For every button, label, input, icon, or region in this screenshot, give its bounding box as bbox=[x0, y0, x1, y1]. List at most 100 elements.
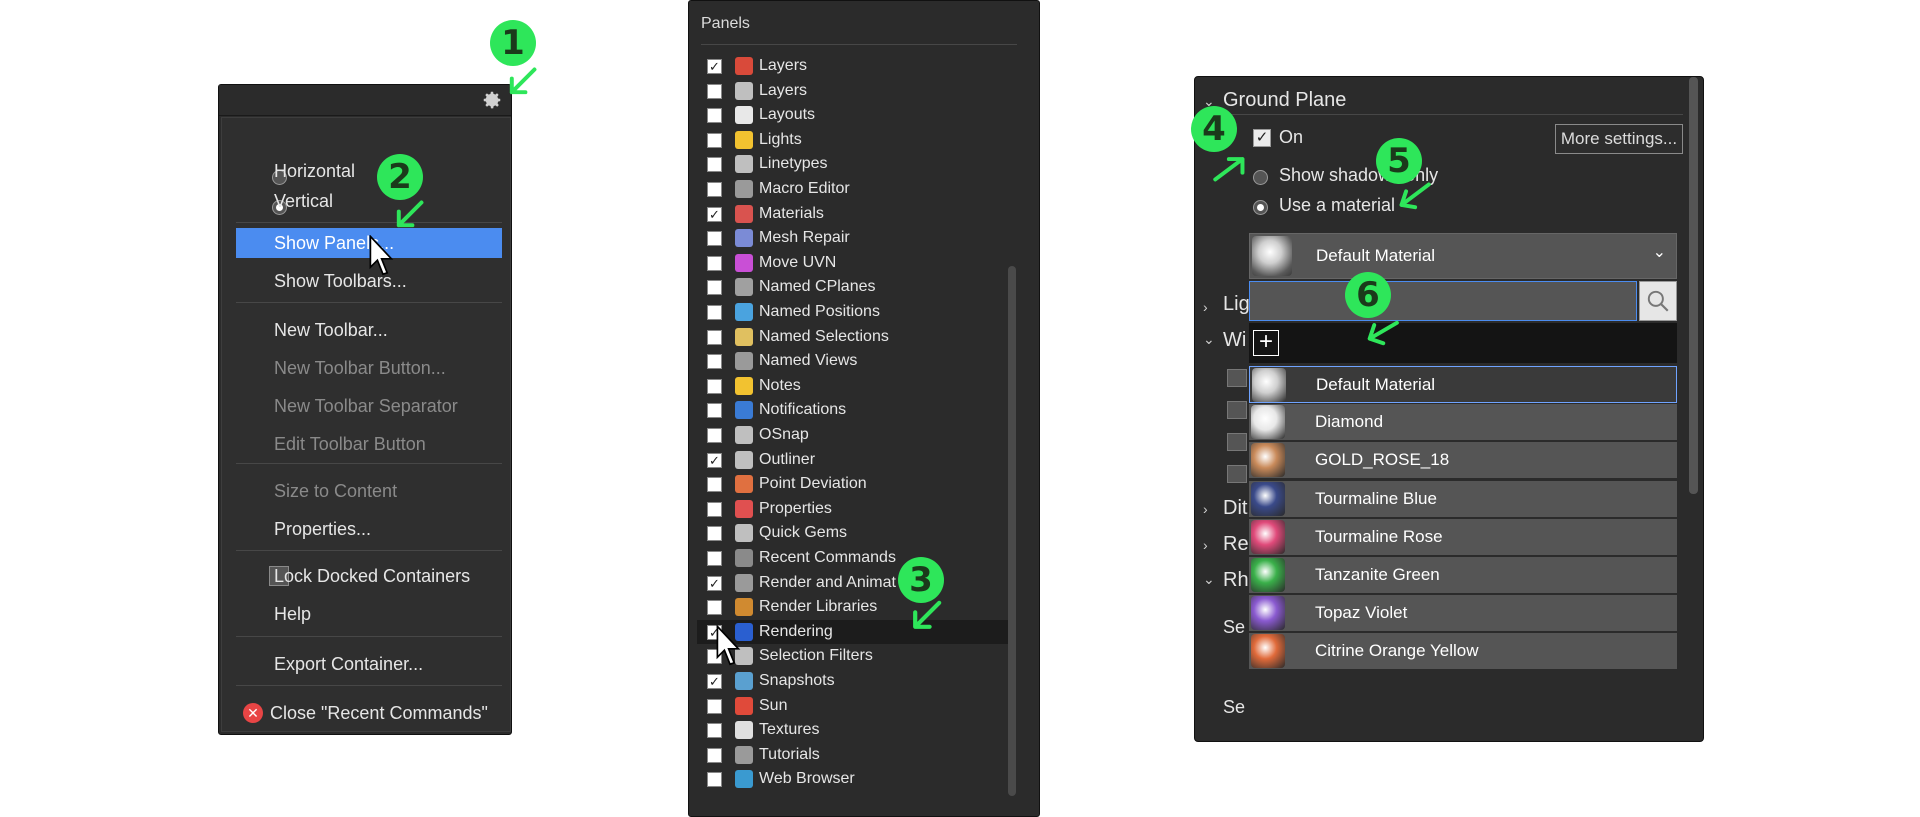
menu-item-help[interactable]: Help bbox=[236, 599, 502, 629]
menu-item-lock-docked-containers[interactable]: Lock Docked Containers bbox=[236, 561, 502, 591]
panel-item-render-libraries[interactable]: Render Libraries bbox=[703, 595, 1003, 619]
panel-checkbox[interactable] bbox=[707, 428, 722, 443]
panel-item-tutorials[interactable]: Tutorials bbox=[703, 743, 1003, 767]
material-item-default-material[interactable]: Default Material bbox=[1249, 366, 1677, 403]
panel-checkbox[interactable] bbox=[707, 551, 722, 566]
menu-item-vertical[interactable]: Vertical bbox=[236, 186, 502, 216]
panel-checkbox[interactable] bbox=[707, 182, 722, 197]
section-dithering[interactable]: Dit bbox=[1223, 497, 1247, 520]
panel-checkbox[interactable] bbox=[707, 280, 722, 296]
panel-checkbox[interactable] bbox=[707, 83, 722, 99]
panel-item-named-views[interactable]: Named Views bbox=[703, 349, 1003, 373]
panel-item-sun[interactable]: Sun bbox=[703, 694, 1003, 718]
gear-icon[interactable] bbox=[481, 89, 503, 111]
section-render[interactable]: Re bbox=[1223, 533, 1249, 556]
panel-checkbox[interactable]: ✓ bbox=[707, 674, 722, 689]
chevron-down-icon[interactable]: ⌄ bbox=[1203, 331, 1215, 348]
panel-checkbox[interactable] bbox=[707, 305, 722, 320]
panel-item-mesh-repair[interactable]: Mesh Repair bbox=[703, 226, 1003, 250]
panel-checkbox[interactable]: ✓ bbox=[707, 206, 722, 222]
material-item-topaz-violet[interactable]: Topaz Violet bbox=[1249, 595, 1677, 633]
section-rhino-render[interactable]: Rh bbox=[1223, 569, 1249, 592]
material-item-tourmaline-blue[interactable]: Tourmaline Blue bbox=[1249, 480, 1677, 518]
panel-checkbox[interactable] bbox=[707, 477, 722, 493]
panel-item-quick-gems[interactable]: Quick Gems bbox=[703, 521, 1003, 545]
chevron-right-icon[interactable]: › bbox=[1203, 537, 1208, 553]
panel-item-named-positions[interactable]: Named Positions bbox=[703, 300, 1003, 324]
section-lighting[interactable]: Lig bbox=[1223, 293, 1250, 316]
option-checkbox[interactable] bbox=[1227, 369, 1247, 387]
panel-item-textures[interactable]: Textures bbox=[703, 718, 1003, 742]
panel-checkbox[interactable] bbox=[707, 772, 722, 788]
option-checkbox[interactable] bbox=[1227, 401, 1247, 419]
search-button[interactable] bbox=[1639, 281, 1677, 321]
ground-plane-on-checkbox[interactable]: ✓ bbox=[1253, 129, 1271, 147]
panel-checkbox[interactable] bbox=[707, 108, 722, 124]
option-checkbox[interactable] bbox=[1227, 433, 1247, 451]
panel-checkbox[interactable] bbox=[707, 132, 722, 148]
panel-item-layers[interactable]: ✓ Layers bbox=[703, 54, 1003, 78]
material-item-diamond[interactable]: Diamond bbox=[1249, 404, 1677, 442]
panel-checkbox[interactable] bbox=[707, 526, 722, 542]
panel-item-move-uvn[interactable]: Move UVN bbox=[703, 251, 1003, 275]
panel-item-render-and-animat[interactable]: ✓ Render and Animat bbox=[703, 571, 1003, 595]
panel-item-notes[interactable]: Notes bbox=[703, 374, 1003, 398]
panel-checkbox[interactable] bbox=[707, 378, 722, 394]
chevron-down-icon[interactable]: ⌄ bbox=[1203, 571, 1215, 588]
menu-item-horizontal[interactable]: Horizontal bbox=[236, 156, 502, 186]
panel-checkbox[interactable] bbox=[707, 403, 722, 419]
panel-item-lights[interactable]: Lights bbox=[703, 128, 1003, 152]
material-item-citrine-orange-yellow[interactable]: Citrine Orange Yellow bbox=[1249, 633, 1677, 671]
panel-item-selection-filters[interactable]: Selection Filters bbox=[703, 644, 1003, 668]
chevron-right-icon[interactable]: › bbox=[1203, 299, 1208, 315]
panel-item-outliner[interactable]: ✓ Outliner bbox=[703, 448, 1003, 472]
menu-item-export-container[interactable]: Export Container... bbox=[236, 649, 502, 679]
panel-item-recent-commands[interactable]: Recent Commands bbox=[703, 546, 1003, 570]
panel-checkbox[interactable] bbox=[707, 501, 722, 517]
panel-checkbox[interactable] bbox=[707, 157, 722, 173]
panel-item-named-selections[interactable]: Named Selections bbox=[703, 325, 1003, 349]
panel-checkbox[interactable] bbox=[707, 329, 722, 345]
panel-item-linetypes[interactable]: Linetypes bbox=[703, 152, 1003, 176]
panel-item-named-cplanes[interactable]: Named CPlanes bbox=[703, 275, 1003, 299]
panel-item-macro-editor[interactable]: Macro Editor bbox=[703, 177, 1003, 201]
panel-checkbox[interactable]: ✓ bbox=[707, 452, 722, 468]
use-material-label[interactable]: Use a material bbox=[1279, 195, 1395, 216]
material-dropdown[interactable]: Default Material ⌄ bbox=[1249, 233, 1677, 279]
menu-item-close-recent-commands[interactable]: Close "Recent Commands" bbox=[236, 698, 502, 728]
option-checkbox[interactable] bbox=[1227, 465, 1247, 483]
panel-checkbox[interactable]: ✓ bbox=[707, 59, 722, 74]
use-material-radio[interactable] bbox=[1253, 200, 1268, 215]
panel-item-notifications[interactable]: Notifications bbox=[703, 398, 1003, 422]
panel-item-properties[interactable]: Properties bbox=[703, 497, 1003, 521]
panel-checkbox[interactable] bbox=[707, 354, 722, 370]
panel-checkbox[interactable]: ✓ bbox=[707, 575, 722, 591]
menu-item-new-toolbar[interactable]: New Toolbar... bbox=[236, 315, 502, 345]
panel-item-osnap[interactable]: OSnap bbox=[703, 423, 1003, 447]
add-icon[interactable]: + bbox=[1253, 330, 1279, 356]
material-item-tourmaline-rose[interactable]: Tourmaline Rose bbox=[1249, 518, 1677, 556]
rendering-scrollbar[interactable] bbox=[1689, 77, 1698, 494]
panel-checkbox[interactable] bbox=[707, 747, 722, 763]
material-search-input[interactable] bbox=[1249, 281, 1637, 321]
section-ground-plane[interactable]: Ground Plane bbox=[1223, 89, 1346, 112]
panel-item-point-deviation[interactable]: Point Deviation bbox=[703, 472, 1003, 496]
material-item-tanzanite-green[interactable]: Tanzanite Green bbox=[1249, 557, 1677, 594]
panel-item-materials[interactable]: ✓ Materials bbox=[703, 202, 1003, 226]
menu-item-properties[interactable]: Properties... bbox=[236, 514, 502, 544]
panel-checkbox[interactable] bbox=[707, 231, 722, 247]
more-settings-button[interactable]: More settings... bbox=[1555, 124, 1683, 154]
panel-checkbox[interactable] bbox=[707, 723, 722, 739]
panel-item-layers[interactable]: Layers bbox=[703, 79, 1003, 103]
panels-scrollbar[interactable] bbox=[1008, 266, 1016, 796]
section-wireframe[interactable]: Wi bbox=[1223, 329, 1246, 352]
material-item-gold-rose-18[interactable]: GOLD_ROSE_18 bbox=[1249, 442, 1677, 480]
panel-item-layouts[interactable]: Layouts bbox=[703, 103, 1003, 127]
show-shadows-radio[interactable] bbox=[1253, 170, 1268, 185]
panel-checkbox[interactable] bbox=[707, 600, 722, 616]
panel-item-snapshots[interactable]: ✓ Snapshots bbox=[703, 669, 1003, 693]
chevron-right-icon[interactable]: › bbox=[1203, 501, 1208, 517]
panel-checkbox[interactable] bbox=[707, 255, 722, 271]
panel-item-web-browser[interactable]: Web Browser bbox=[703, 767, 1003, 791]
panel-checkbox[interactable] bbox=[707, 698, 722, 714]
